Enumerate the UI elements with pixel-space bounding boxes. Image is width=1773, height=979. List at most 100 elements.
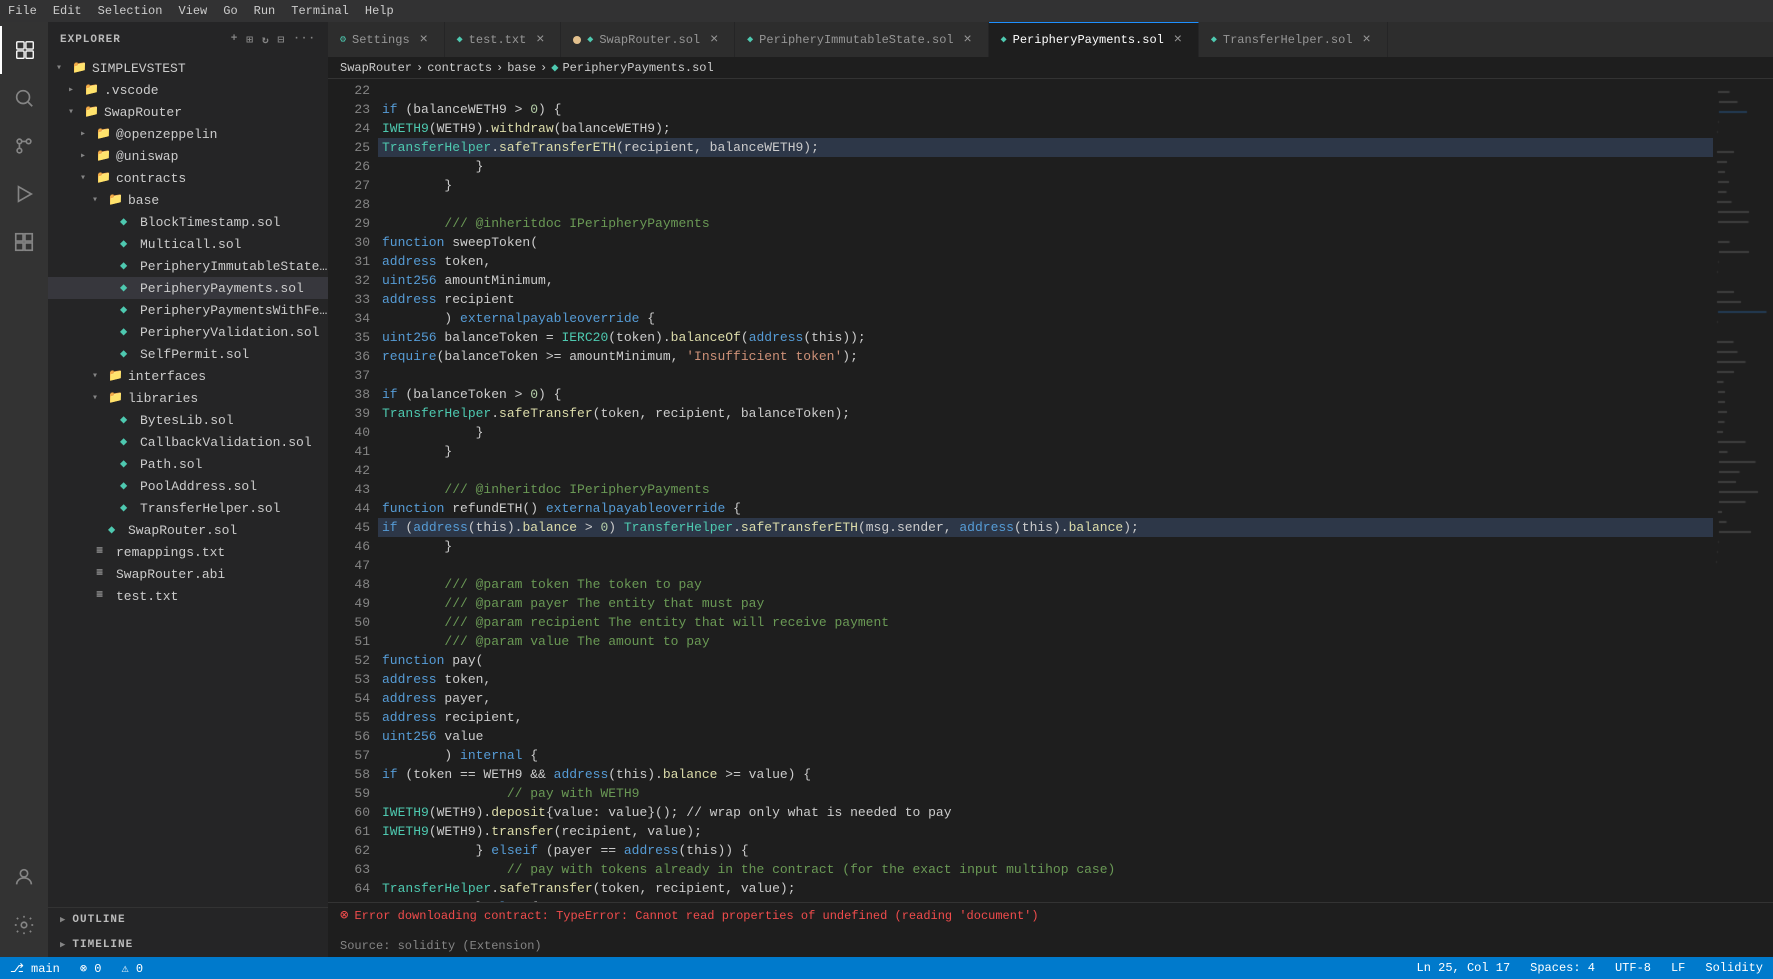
file-icon: ◆ <box>120 324 136 340</box>
line-number-57: 57 <box>328 746 370 765</box>
line-number-62: 62 <box>328 841 370 860</box>
tree-item-interfaces[interactable]: ▾📁interfaces <box>48 365 328 387</box>
source-control-icon[interactable] <box>0 122 48 170</box>
menu-edit[interactable]: Edit <box>53 4 82 18</box>
tree-item-label-testtxt: test.txt <box>116 589 178 604</box>
code-line-30: function sweepToken( <box>378 233 1713 252</box>
tree-item-path[interactable]: ◆Path.sol <box>48 453 328 475</box>
tree-item-selfpermit[interactable]: ◆SelfPermit.sol <box>48 343 328 365</box>
breadcrumb-part-2[interactable]: base <box>507 61 536 75</box>
tab-close-button[interactable]: × <box>1359 32 1375 48</box>
tab-SwapRouter-sol[interactable]: ◆SwapRouter.sol× <box>561 22 735 57</box>
tree-item-label-peripherypaymentswithfee: PeripheryPaymentsWithFee.sol <box>140 303 328 318</box>
search-icon[interactable] <box>0 74 48 122</box>
tree-item-multicall[interactable]: ◆Multicall.sol <box>48 233 328 255</box>
menu-terminal[interactable]: Terminal <box>291 4 349 18</box>
extensions-icon[interactable] <box>0 218 48 266</box>
tree-item-byteslib[interactable]: ◆BytesLib.sol <box>48 409 328 431</box>
tab-PeripheryImmutableState-sol[interactable]: ◆PeripheryImmutableState.sol× <box>735 22 988 57</box>
tab-close-button[interactable]: × <box>532 32 548 48</box>
tree-item-libraries[interactable]: ▾📁libraries <box>48 387 328 409</box>
cursor-position[interactable]: Ln 25, Col 17 <box>1407 957 1521 979</box>
warnings-status[interactable]: ⚠ 0 <box>111 957 153 979</box>
tree-item-testtxt[interactable]: ≡test.txt <box>48 585 328 607</box>
more-icon[interactable]: ··· <box>293 33 316 47</box>
indentation[interactable]: Spaces: 4 <box>1520 957 1605 979</box>
menu-bar[interactable]: File Edit Selection View Go Run Terminal Help <box>8 4 394 18</box>
menu-help[interactable]: Help <box>365 4 394 18</box>
tree-item-pooladdress[interactable]: ◆PoolAddress.sol <box>48 475 328 497</box>
breadcrumb-part-1[interactable]: contracts <box>427 61 492 75</box>
encoding[interactable]: UTF-8 <box>1605 957 1661 979</box>
breadcrumb-part-0[interactable]: SwapRouter <box>340 61 412 75</box>
manage-icon[interactable] <box>0 901 48 949</box>
tree-item-peripherypayments[interactable]: ◆PeripheryPayments.sol <box>48 277 328 299</box>
code-content[interactable]: if (balanceWETH9 > 0) { IWETH9(WETH9).wi… <box>378 79 1713 902</box>
code-line-55: address recipient, <box>378 708 1713 727</box>
menu-go[interactable]: Go <box>223 4 237 18</box>
new-folder-icon[interactable]: ⊞ <box>246 33 254 47</box>
language-mode[interactable]: Solidity <box>1695 957 1773 979</box>
error-icon: ⊗ <box>340 907 348 924</box>
explorer-icon[interactable] <box>0 26 48 74</box>
tree-item-label-blocktimestamp: BlockTimestamp.sol <box>140 215 280 230</box>
code-line-33: address recipient <box>378 290 1713 309</box>
tree-item-swaproutersol[interactable]: ◆SwapRouter.sol <box>48 519 328 541</box>
run-debug-icon[interactable] <box>0 170 48 218</box>
tab-PeripheryPayments-sol[interactable]: ◆PeripheryPayments.sol× <box>989 22 1199 57</box>
tree-item-swaprouterabi[interactable]: ≡SwapRouter.abi <box>48 563 328 585</box>
eol[interactable]: LF <box>1661 957 1695 979</box>
tab-test-txt[interactable]: ◆test.txt× <box>445 22 562 57</box>
line-number-30: 30 <box>328 233 370 252</box>
tree-item-uniswap[interactable]: ▸📁@uniswap <box>48 145 328 167</box>
account-icon[interactable] <box>0 853 48 901</box>
errors-status[interactable]: ⊗ 0 <box>70 957 112 979</box>
code-line-29: /// @inheritdoc IPeripheryPayments <box>378 214 1713 233</box>
tree-arrow-swaprouter: ▾ <box>68 106 84 118</box>
line-number-23: 23 <box>328 100 370 119</box>
tab-Settings[interactable]: ⚙Settings× <box>328 22 445 57</box>
menu-run[interactable]: Run <box>254 4 276 18</box>
file-icon: ◆ <box>120 302 136 318</box>
tab-close-button[interactable]: × <box>960 32 976 48</box>
breadcrumb-part-3: PeripheryPayments.sol <box>562 61 713 75</box>
code-line-53: address token, <box>378 670 1713 689</box>
code-line-26: } <box>378 157 1713 176</box>
tree-item-peripheryvalidation[interactable]: ◆PeripheryValidation.sol <box>48 321 328 343</box>
line-number-42: 42 <box>328 461 370 480</box>
menu-view[interactable]: View <box>178 4 207 18</box>
tree-item-callbackvalidation[interactable]: ◆CallbackValidation.sol <box>48 431 328 453</box>
tab-close-button[interactable]: × <box>1170 32 1186 48</box>
code-line-51: /// @param value The amount to pay <box>378 632 1713 651</box>
tree-item-remappings[interactable]: ≡remappings.txt <box>48 541 328 563</box>
tree-item-peripheryimmutable[interactable]: ◆PeripheryImmutableState.sol <box>48 255 328 277</box>
line-number-24: 24 <box>328 119 370 138</box>
outline-section[interactable]: ▶ OUTLINE <box>48 907 328 932</box>
errors-label: ⊗ 0 <box>80 961 102 976</box>
tab-close-button[interactable]: × <box>706 32 722 48</box>
code-line-50: /// @param recipient The entity that wil… <box>378 613 1713 632</box>
collapse-all-icon[interactable]: ⊟ <box>278 33 286 47</box>
code-line-54: address payer, <box>378 689 1713 708</box>
line-number-61: 61 <box>328 822 370 841</box>
tab-TransferHelper-sol[interactable]: ◆TransferHelper.sol× <box>1199 22 1388 57</box>
tree-item-simplevstest[interactable]: ▾📁SIMPLEVSTEST <box>48 57 328 79</box>
tree-item-openzeppelin[interactable]: ▸📁@openzeppelin <box>48 123 328 145</box>
tree-item-blocktimestamp[interactable]: ◆BlockTimestamp.sol <box>48 211 328 233</box>
new-file-icon[interactable]: + <box>231 33 239 47</box>
tree-item-contracts[interactable]: ▾📁contracts <box>48 167 328 189</box>
code-line-40: } <box>378 423 1713 442</box>
menu-file[interactable]: File <box>8 4 37 18</box>
line-number-44: 44 <box>328 499 370 518</box>
timeline-section[interactable]: ▶ TIMELINE <box>48 932 328 957</box>
tree-item-swaprouter[interactable]: ▾📁SwapRouter <box>48 101 328 123</box>
git-branch[interactable]: ⎇ main <box>0 957 70 979</box>
tree-item-transferhelper[interactable]: ◆TransferHelper.sol <box>48 497 328 519</box>
tree-item-peripherypaymentswithfee[interactable]: ◆ PeripheryPaymentsWithFee.sol <box>48 299 328 321</box>
tree-item-base[interactable]: ▾📁base <box>48 189 328 211</box>
refresh-icon[interactable]: ↻ <box>262 33 270 47</box>
tab-close-button[interactable]: × <box>416 32 432 48</box>
tree-item-vscode[interactable]: ▸📁.vscode <box>48 79 328 101</box>
menu-selection[interactable]: Selection <box>98 4 163 18</box>
code-line-62: } else if (payer == address(this)) { <box>378 841 1713 860</box>
